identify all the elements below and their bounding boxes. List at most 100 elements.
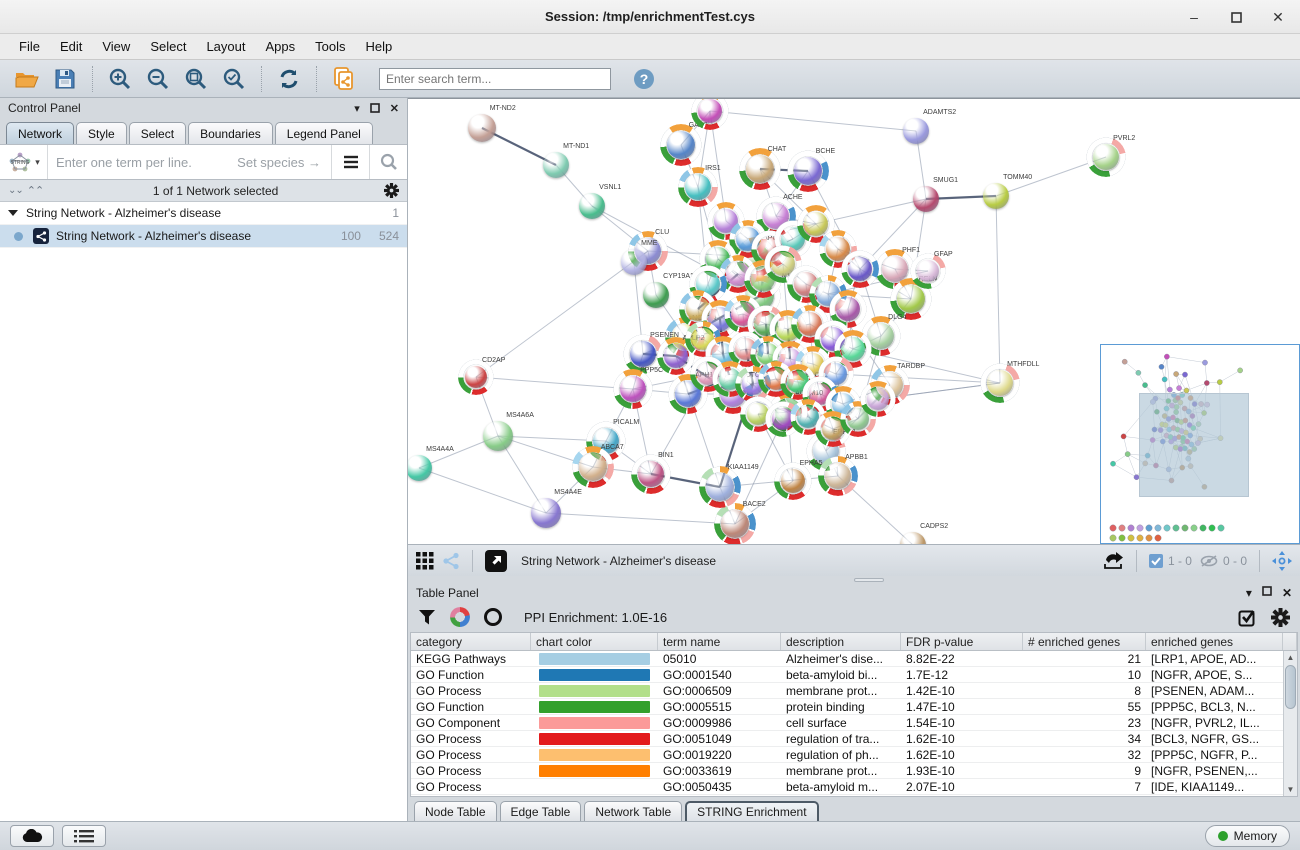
menu-apps[interactable]: Apps	[257, 36, 305, 57]
node-label: MS4A6A	[506, 412, 534, 419]
menu-tools[interactable]: Tools	[306, 36, 354, 57]
enrichment-row[interactable]: GO FunctionGO:0005515protein binding1.47…	[411, 699, 1283, 715]
minimize-button[interactable]: –	[1186, 9, 1202, 25]
expand-all-icon[interactable]: ⌃⌃	[27, 184, 43, 197]
node-label: VSNL1	[599, 184, 621, 191]
tab-string-enrichment[interactable]: STRING Enrichment	[685, 801, 818, 821]
scroll-down-icon[interactable]: ▼	[1284, 783, 1297, 796]
zoom-selected-icon[interactable]	[217, 64, 251, 94]
horizontal-splitter[interactable]	[408, 576, 1300, 584]
enrichment-row[interactable]: GO ProcessGO:0033619membrane prot...1.93…	[411, 763, 1283, 779]
zoom-fit-icon[interactable]	[179, 64, 213, 94]
birds-eye-view[interactable]	[1100, 344, 1300, 544]
tab-select[interactable]: Select	[129, 122, 186, 144]
panel-close-icon[interactable]: ✕	[390, 102, 399, 115]
column-header-description[interactable]: description	[781, 633, 901, 650]
column-header--enriched-genes[interactable]: # enriched genes	[1023, 633, 1146, 650]
string-protein-query-icon[interactable]: STRING ▾	[0, 145, 48, 179]
column-header-category[interactable]: category	[411, 633, 531, 650]
network-from-clipboard-icon[interactable]	[327, 64, 361, 94]
hidden-nodes-badge: 0 - 0	[1200, 554, 1247, 568]
help-icon[interactable]: ?	[627, 64, 661, 94]
table-tabs: Node TableEdge TableNetwork TableSTRING …	[408, 797, 1300, 821]
enrichment-row[interactable]: GO FunctionGO:0001540beta-amyloid bi...1…	[411, 667, 1283, 683]
column-header-chart-color[interactable]: chart color	[531, 633, 658, 650]
open-session-button[interactable]	[10, 64, 44, 94]
select-rows-icon[interactable]	[1238, 608, 1257, 627]
tab-node-table[interactable]: Node Table	[414, 801, 497, 821]
column-header-enriched-genes[interactable]: enriched genes	[1146, 633, 1283, 650]
enrichment-row[interactable]: GO ProcessGO:0019220regulation of ph...1…	[411, 747, 1283, 763]
table-scrollbar[interactable]: ▲ ▼	[1283, 651, 1297, 796]
table-panel-menu-icon[interactable]: ▾	[1246, 586, 1252, 600]
network-canvas[interactable]: MT-ND2MT-ND1VSNL1GAB2IRS1CHATBCHEADAMTS2…	[408, 98, 1300, 544]
memory-button[interactable]: Memory	[1205, 825, 1290, 847]
tab-edge-table[interactable]: Edge Table	[500, 801, 582, 821]
refresh-icon[interactable]	[272, 64, 306, 94]
svg-text:?: ?	[640, 71, 649, 87]
open-in-browser-icon[interactable]	[485, 550, 507, 572]
chart-color-swatch	[539, 685, 650, 697]
zoom-out-icon[interactable]	[141, 64, 175, 94]
cloud-icon[interactable]	[10, 825, 54, 847]
network-row[interactable]: String Network - Alzheimer's disease 100…	[0, 225, 407, 248]
string-options-icon[interactable]	[331, 145, 369, 179]
network-collection-row[interactable]: String Network - Alzheimer's disease 1	[0, 202, 407, 225]
node-label: BACE2	[743, 501, 766, 508]
control-panel: Control Panel ▾ ✕ NetworkStyleSelectBoun…	[0, 98, 408, 821]
panel-menu-icon[interactable]: ▾	[354, 102, 360, 115]
birds-eye-toggle-icon[interactable]	[1272, 551, 1292, 571]
close-button[interactable]: ✕	[1270, 9, 1286, 25]
node-label: MS4A4A	[426, 446, 454, 453]
tab-legend-panel[interactable]: Legend Panel	[275, 122, 373, 144]
filter-icon[interactable]	[418, 609, 436, 626]
menu-layout[interactable]: Layout	[197, 36, 254, 57]
string-search-bar: STRING ▾ Enter one term per line. Set sp…	[0, 144, 407, 180]
set-species-hint[interactable]: Set species →	[237, 155, 331, 170]
control-panel-tabs: NetworkStyleSelectBoundariesLegend Panel	[0, 118, 407, 144]
scrollbar-thumb[interactable]	[1285, 665, 1296, 709]
table-panel-close-icon[interactable]: ✕	[1282, 586, 1292, 600]
column-header-fdr-p-value[interactable]: FDR p-value	[901, 633, 1023, 650]
pie-chart-icon[interactable]	[450, 607, 470, 627]
tab-style[interactable]: Style	[76, 122, 127, 144]
share-network-icon[interactable]	[442, 552, 460, 570]
enrichment-row[interactable]: GO ProcessGO:0006509membrane prot...1.42…	[411, 683, 1283, 699]
node-label: PICALM	[613, 419, 639, 426]
table-header-row: categorychart colorterm namedescriptionF…	[411, 633, 1297, 651]
task-list-icon[interactable]	[62, 825, 106, 847]
tab-network-table[interactable]: Network Table	[584, 801, 682, 821]
export-network-icon[interactable]	[1102, 551, 1124, 571]
collapse-all-icon[interactable]: ⌄⌄	[8, 185, 23, 196]
node-label: MT-ND2	[490, 105, 516, 112]
tree-expand-icon[interactable]	[8, 210, 18, 216]
maximize-button[interactable]	[1228, 9, 1244, 25]
table-panel-float-icon[interactable]	[1262, 586, 1272, 600]
column-header-term-name[interactable]: term name	[658, 633, 781, 650]
grid-view-icon[interactable]	[416, 552, 434, 570]
string-search-icon[interactable]	[369, 145, 407, 179]
scroll-up-icon[interactable]: ▲	[1284, 651, 1297, 664]
network-options-gear-icon[interactable]	[384, 183, 399, 198]
zoom-in-icon[interactable]	[103, 64, 137, 94]
ring-chart-icon[interactable]	[484, 608, 502, 626]
menu-file[interactable]: File	[10, 36, 49, 57]
node-label: IRS1	[705, 165, 721, 172]
menu-select[interactable]: Select	[141, 36, 195, 57]
enrichment-row[interactable]: GO ProcessGO:0051049regulation of tra...…	[411, 731, 1283, 747]
search-input[interactable]	[379, 68, 611, 90]
tab-boundaries[interactable]: Boundaries	[188, 122, 273, 144]
enrichment-row[interactable]: KEGG Pathways05010Alzheimer's dise...8.8…	[411, 651, 1283, 667]
save-session-button[interactable]	[48, 64, 82, 94]
minimap-viewport[interactable]	[1139, 393, 1249, 497]
menu-help[interactable]: Help	[357, 36, 402, 57]
tab-network[interactable]: Network	[6, 122, 74, 144]
table-settings-gear-icon[interactable]	[1271, 608, 1290, 627]
chart-color-swatch	[539, 669, 650, 681]
menu-view[interactable]: View	[93, 36, 139, 57]
enrichment-row[interactable]: GO ComponentGO:0009986cell surface1.54E-…	[411, 715, 1283, 731]
enrichment-row[interactable]: GO ProcessGO:0050435beta-amyloid m...2.0…	[411, 779, 1283, 795]
menu-edit[interactable]: Edit	[51, 36, 91, 57]
string-query-input[interactable]: Enter one term per line.	[48, 155, 237, 170]
panel-float-icon[interactable]	[370, 103, 380, 113]
